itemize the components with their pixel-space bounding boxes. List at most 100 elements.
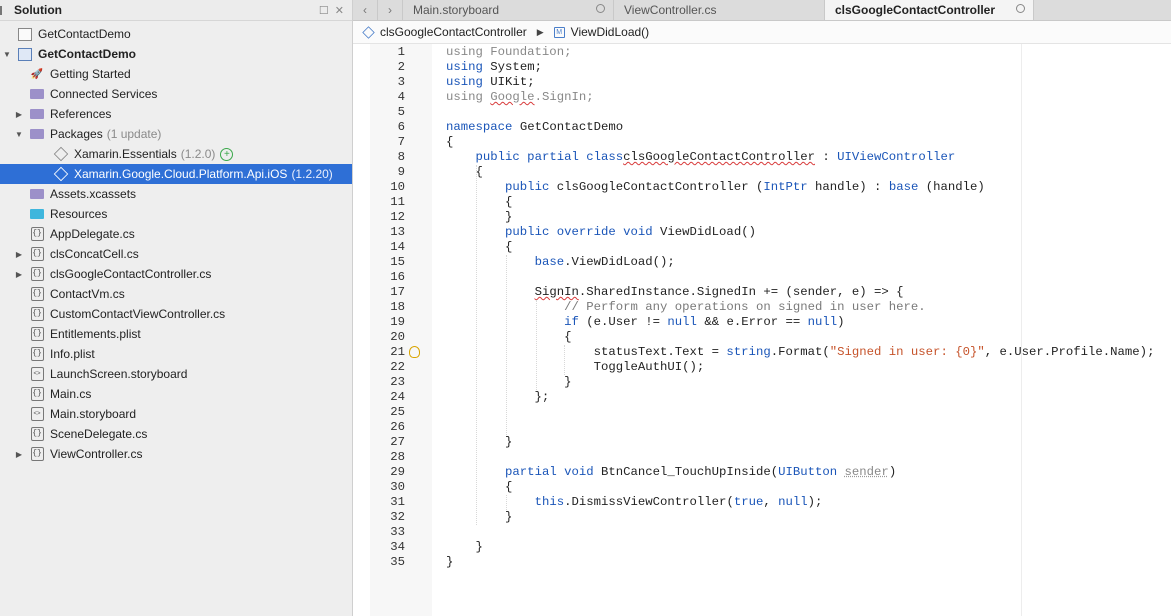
- code-token: ViewDidLoad(): [652, 225, 756, 239]
- code-line: 33: [370, 525, 1170, 540]
- line-number: 14: [390, 240, 405, 254]
- update-available-icon[interactable]: +: [220, 147, 234, 161]
- tree-item[interactable]: {} SceneDelegate.cs: [0, 424, 352, 444]
- lightbulb-icon[interactable]: [409, 346, 420, 358]
- code-line: 25: [370, 405, 1170, 420]
- code-text: public partial classclsGoogleContactCont…: [446, 150, 956, 165]
- code-editor[interactable]: 1 using Foundation; 2 using System; 3 using U…: [370, 44, 1171, 616]
- tree-item[interactable]: <> LaunchScreen.storyboard: [0, 364, 352, 384]
- code-token: ToggleAuthUI();: [446, 360, 705, 374]
- tree-item-label: GetContactDemo: [38, 27, 131, 41]
- code-line: 2 using System;: [370, 60, 1170, 75]
- code-line: 18 // Perform any operations on signed i…: [370, 300, 1170, 315]
- tree-item[interactable]: Assets.xcassets: [0, 184, 352, 204]
- code-token: (e.User !=: [578, 315, 668, 329]
- expand-arrow-right-icon[interactable]: ▶: [14, 250, 24, 259]
- breadcrumb-method[interactable]: ViewDidLoad(): [571, 25, 650, 39]
- tree-item-label: Connected Services: [50, 87, 158, 101]
- tree-item[interactable]: ▶ {} ViewController.cs: [0, 444, 352, 464]
- indent-guide: [564, 345, 565, 375]
- code-token: UIKit;: [490, 75, 535, 89]
- tree-item[interactable]: Xamarin.Essentials (1.2.0) +: [0, 144, 352, 164]
- tree-item[interactable]: {} Main.cs: [0, 384, 352, 404]
- tree-item[interactable]: {} Entitlements.plist: [0, 324, 352, 344]
- code-line: 16: [370, 270, 1170, 285]
- line-number: 27: [390, 435, 405, 449]
- code-line: 7{: [370, 135, 1170, 150]
- line-number: 30: [390, 480, 405, 494]
- tree-item[interactable]: ▶ {} clsConcatCell.cs: [0, 244, 352, 264]
- tree-item[interactable]: ▼ Packages (1 update): [0, 124, 352, 144]
- code-token: GetContactDemo: [519, 120, 624, 134]
- minimize-icon[interactable]: ☐: [319, 4, 329, 17]
- code-token: clsGoogleContactController: [623, 150, 815, 164]
- forward-button[interactable]: ›: [378, 0, 403, 20]
- tree-item-label: Info.plist: [50, 347, 95, 361]
- tab-viewcontroller[interactable]: ViewController.cs: [614, 0, 825, 20]
- cs-file-icon: {}: [30, 227, 44, 241]
- tree-item[interactable]: {} AppDelegate.cs: [0, 224, 352, 244]
- code-token: statusText.Text =: [446, 345, 727, 359]
- code-text: {: [446, 195, 512, 210]
- code-token: clsGoogleContactController (: [549, 180, 764, 194]
- expand-arrow-down-icon[interactable]: ▼: [14, 130, 24, 139]
- package-icon: [53, 166, 69, 182]
- line-number: 7: [397, 135, 405, 149]
- code-token: }: [446, 210, 513, 224]
- code-line: 19 if (e.User != null && e.Error == null…: [370, 315, 1170, 330]
- breadcrumb-class[interactable]: clsGoogleContactController: [380, 25, 527, 39]
- code-text: using Google.SignIn;: [446, 90, 594, 105]
- line-number: 16: [390, 270, 405, 284]
- tab-close-icon[interactable]: [1016, 4, 1025, 13]
- cs-file-icon: {}: [30, 307, 44, 321]
- pad-menu-icon[interactable]: [0, 5, 12, 15]
- line-number: 34: [390, 540, 405, 554]
- line-number: 33: [390, 525, 405, 539]
- tab-main-storyboard[interactable]: Main.storyboard: [403, 0, 614, 20]
- tree-item[interactable]: ▼ GetContactDemo: [0, 44, 352, 64]
- code-line: 10 public clsGoogleContactController (In…: [370, 180, 1170, 195]
- tree-item[interactable]: {} CustomContactViewController.cs: [0, 304, 352, 324]
- tree-item[interactable]: Connected Services: [0, 84, 352, 104]
- close-icon[interactable]: ✕: [335, 4, 344, 17]
- code-token: null: [667, 315, 697, 329]
- tree-item[interactable]: ▶ References: [0, 104, 352, 124]
- tree-item[interactable]: Xamarin.Google.Cloud.Platform.Api.iOS (1.…: [0, 164, 352, 184]
- tree-item[interactable]: ▶ {} clsGoogleContactController.cs: [0, 264, 352, 284]
- indent-guide: [536, 300, 537, 390]
- tab-label: clsGoogleContactController: [835, 3, 996, 17]
- expand-arrow-right-icon[interactable]: ▶: [14, 270, 24, 279]
- code-line: 34 }: [370, 540, 1170, 555]
- expand-arrow-right-icon[interactable]: ▶: [14, 110, 24, 119]
- line-number: 21: [390, 345, 405, 359]
- back-button[interactable]: ‹: [353, 0, 378, 20]
- tab-close-icon[interactable]: [596, 4, 605, 13]
- code-token: base: [888, 180, 919, 194]
- tree-item[interactable]: Resources: [0, 204, 352, 224]
- line-number: 12: [390, 210, 405, 224]
- code-line: 35}: [370, 555, 1170, 570]
- code-text: namespace GetContactDemo: [446, 120, 623, 135]
- code-token: }: [446, 510, 513, 524]
- code-token: IntPtr: [763, 180, 808, 194]
- solution-title: Solution: [14, 3, 62, 17]
- tree-item[interactable]: GetContactDemo: [0, 24, 352, 44]
- line-number: 19: [390, 315, 405, 329]
- code-token: // Perform any operations on signed in u…: [564, 300, 926, 314]
- line-number: 4: [397, 90, 405, 104]
- tree-item[interactable]: <> Main.storyboard: [0, 404, 352, 424]
- expand-arrow-right-icon[interactable]: ▶: [14, 450, 24, 459]
- cs-file-icon: {}: [30, 267, 44, 281]
- code-text: statusText.Text = string.Format("Signed …: [446, 345, 1155, 360]
- tree-item[interactable]: 🚀 Getting Started: [0, 64, 352, 84]
- code-token: :: [815, 150, 838, 164]
- expand-arrow-down-icon[interactable]: ▼: [2, 50, 12, 59]
- tree-item[interactable]: {} ContactVm.cs: [0, 284, 352, 304]
- tab-clsgooglecontactcontroller[interactable]: clsGoogleContactController: [825, 0, 1034, 20]
- code-text: using UIKit;: [446, 75, 535, 90]
- tree-item[interactable]: {} Info.plist: [0, 344, 352, 364]
- tree-item-label: SceneDelegate.cs: [50, 427, 148, 441]
- line-number: 28: [390, 450, 405, 464]
